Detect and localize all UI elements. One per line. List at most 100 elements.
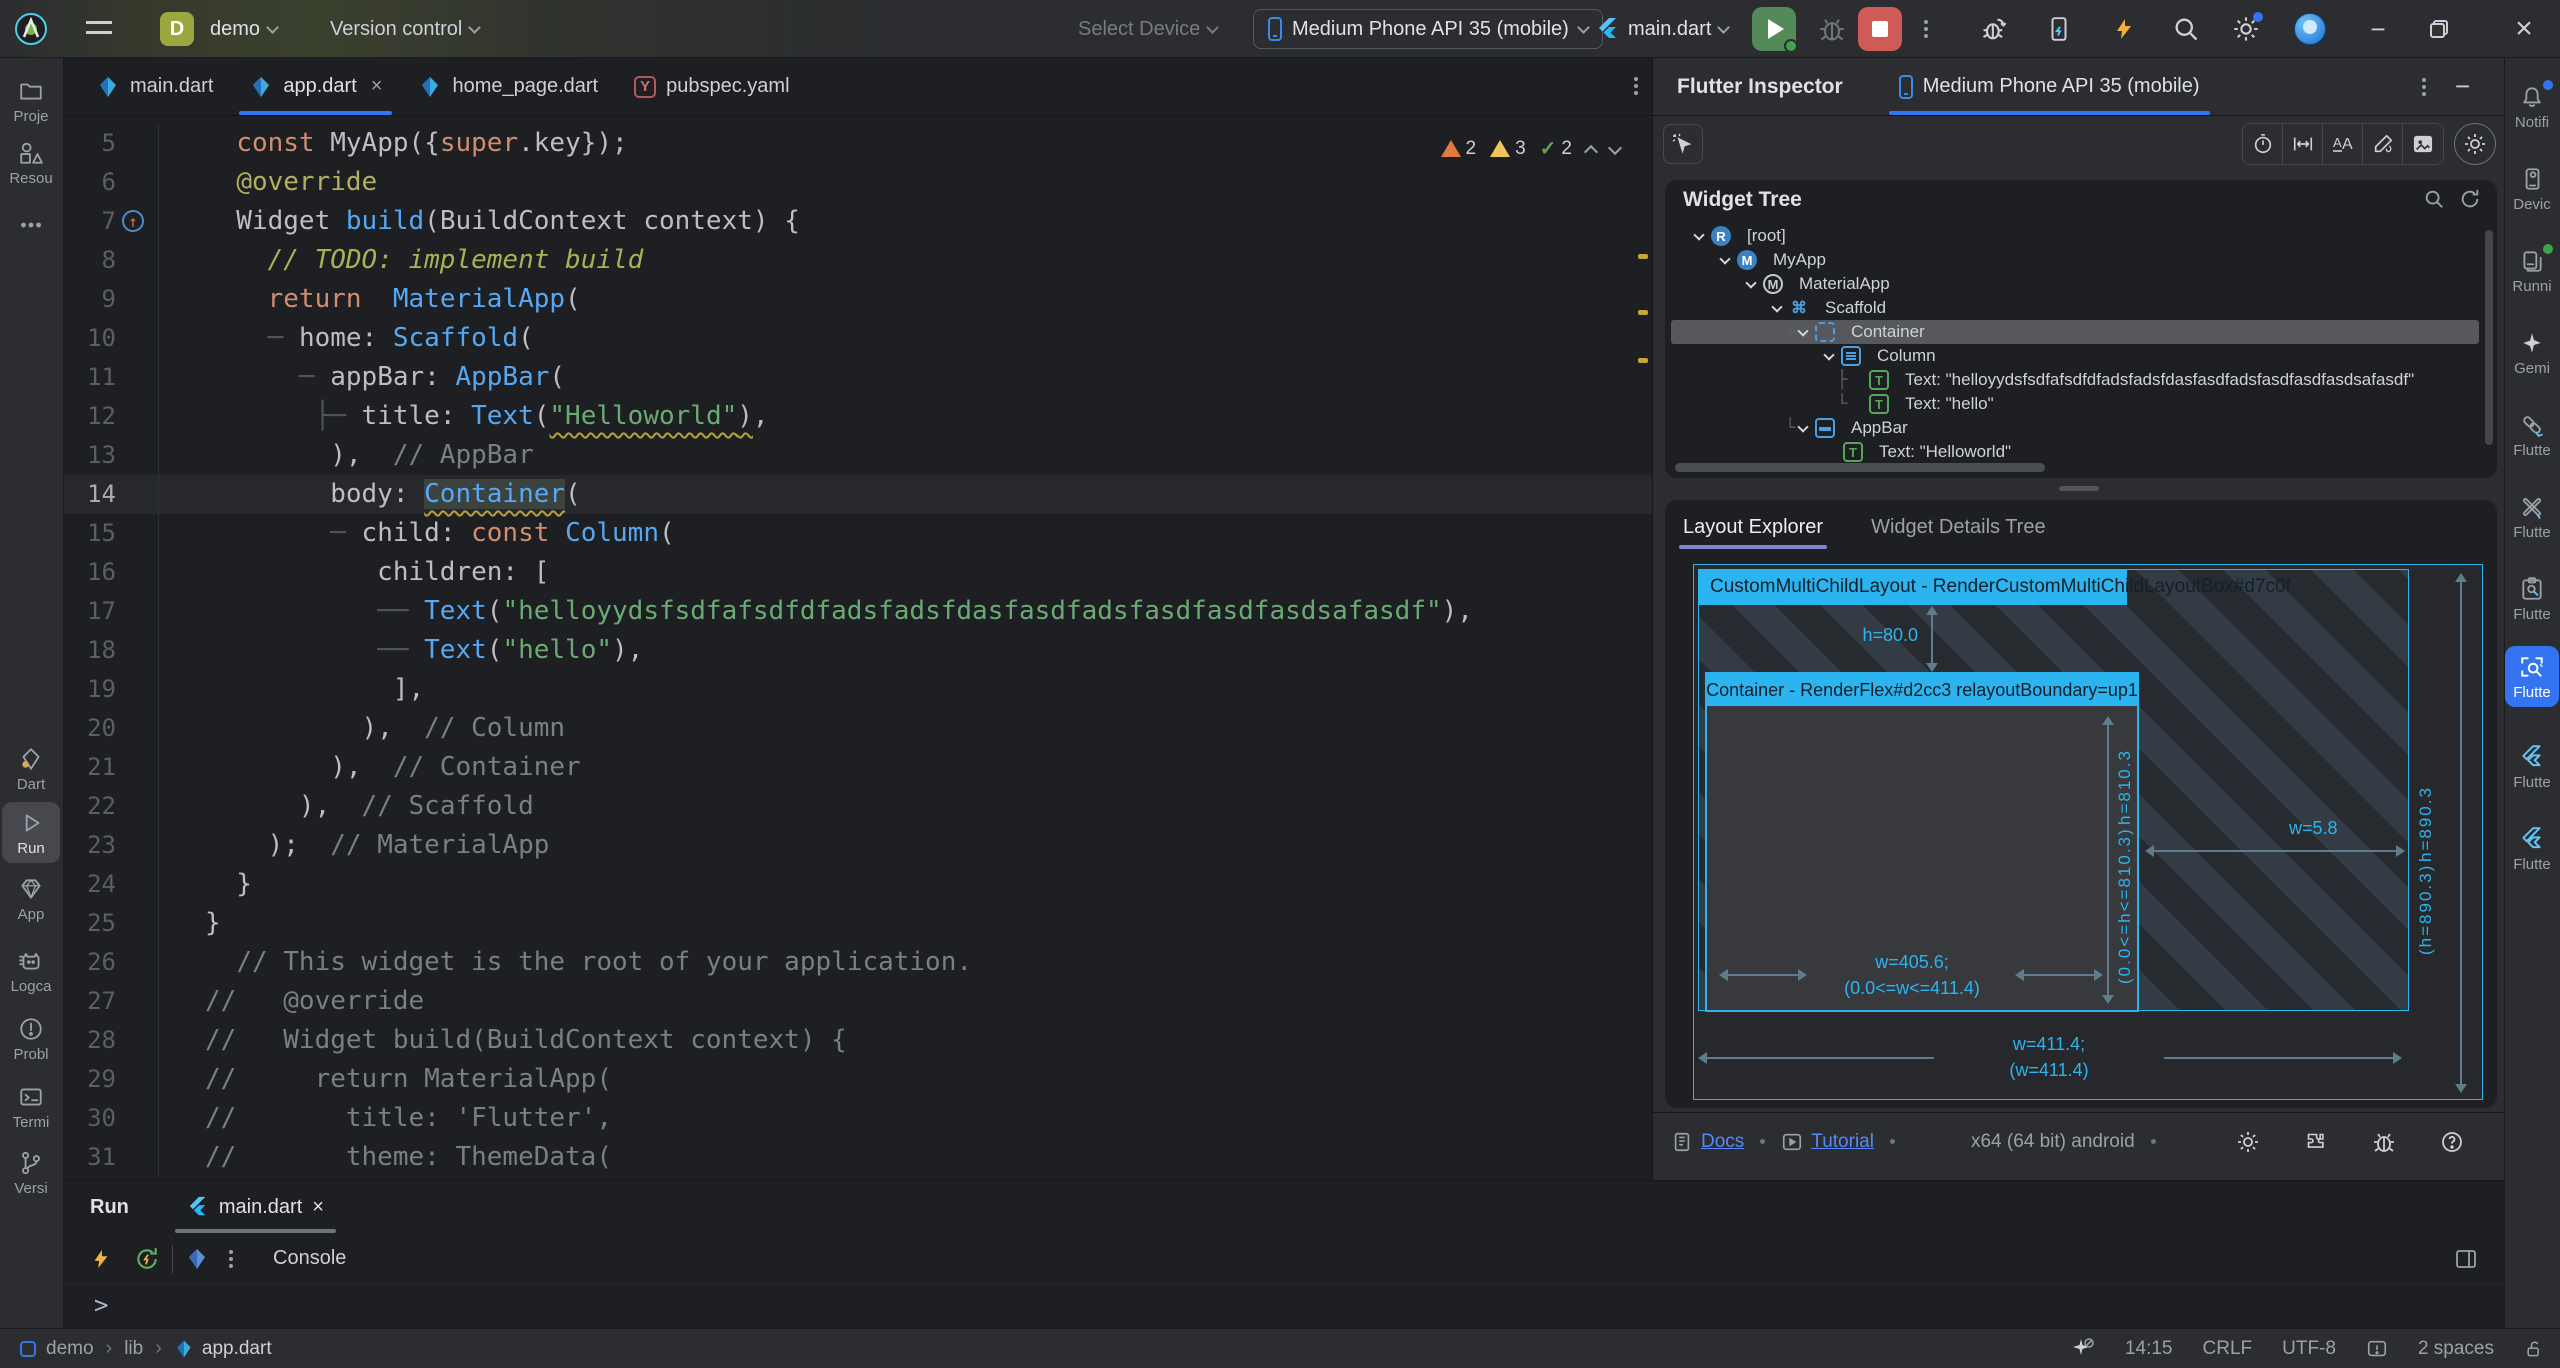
help-icon[interactable] bbox=[2440, 1130, 2464, 1154]
line-number[interactable]: 22 bbox=[64, 787, 116, 826]
tree-node-Column[interactable]: Column bbox=[1671, 344, 2479, 368]
tool-strip-item-logcat[interactable]: Logca bbox=[2, 946, 60, 995]
chevron-down-icon[interactable] bbox=[1797, 421, 1808, 432]
code-line-13[interactable]: 13 ), // AppBar bbox=[64, 436, 1652, 475]
tree-node-AppBar[interactable]: └AppBar bbox=[1671, 416, 2479, 440]
ai-assistant-icon[interactable] bbox=[2071, 1337, 2095, 1361]
line-number[interactable]: 13 bbox=[64, 436, 116, 475]
layout-settings-icon[interactable] bbox=[2454, 1247, 2478, 1271]
bug-icon[interactable] bbox=[2372, 1130, 2396, 1154]
gear-icon[interactable] bbox=[2236, 1130, 2260, 1154]
tree-node-MaterialApp[interactable]: MMaterialApp bbox=[1671, 272, 2479, 296]
line-number[interactable]: 28 bbox=[64, 1021, 116, 1060]
tool-strip-item-flutter[interactable]: Flutte bbox=[2505, 742, 2559, 791]
line-number[interactable]: 11 bbox=[64, 358, 116, 397]
chevron-down-icon[interactable] bbox=[1745, 277, 1756, 288]
device-selector[interactable]: Medium Phone API 35 (mobile) bbox=[1253, 0, 1603, 58]
tool-strip-item-link[interactable]: Flutte bbox=[2505, 410, 2559, 459]
tab-widget-details-tree[interactable]: Widget Details Tree bbox=[1867, 508, 2050, 549]
line-number[interactable]: 18 bbox=[64, 631, 116, 670]
code-line-15[interactable]: 15 ─ child: const Column( bbox=[64, 514, 1652, 553]
code-line-19[interactable]: 19 ], bbox=[64, 670, 1652, 709]
run-configuration[interactable]: main.dart bbox=[1596, 0, 1728, 58]
code-line-6[interactable]: 6 @override bbox=[64, 163, 1652, 202]
tool-strip-item-terminal[interactable]: Termi bbox=[2, 1082, 60, 1131]
hide-panel-button[interactable]: − bbox=[2455, 71, 2470, 102]
code-line-5[interactable]: 5 const MyApp({super.key}); bbox=[64, 124, 1652, 163]
code-line-30[interactable]: 30// title: 'Flutter', bbox=[64, 1099, 1652, 1138]
line-number[interactable]: 12 bbox=[64, 397, 116, 436]
account-avatar[interactable] bbox=[2294, 0, 2326, 58]
stop-button[interactable] bbox=[1858, 0, 1902, 58]
tool-strip-item-tools[interactable]: Flutte bbox=[2505, 492, 2559, 541]
show-baselines-button[interactable]: AA bbox=[2323, 124, 2363, 164]
code-line-29[interactable]: 29// return MaterialApp( bbox=[64, 1060, 1652, 1099]
code-line-14[interactable]: 14 body: Container( bbox=[64, 475, 1652, 514]
profiler-button[interactable] bbox=[1980, 0, 2008, 58]
more-actions-menu[interactable] bbox=[1924, 0, 1928, 58]
editor-tab-pubspec-yaml[interactable]: Ypubspec.yaml bbox=[616, 58, 807, 115]
code-line-22[interactable]: 22 ), // Scaffold bbox=[64, 787, 1652, 826]
inspection-highlight-icon[interactable] bbox=[2366, 1338, 2388, 1360]
line-number[interactable]: 30 bbox=[64, 1099, 116, 1138]
line-number[interactable]: 24 bbox=[64, 865, 116, 904]
vcs-menu[interactable]: Version control bbox=[330, 0, 479, 58]
line-number[interactable]: 14 bbox=[64, 475, 116, 514]
code-line-24[interactable]: 24 } bbox=[64, 865, 1652, 904]
select-device-dropdown[interactable]: Select Device bbox=[1078, 0, 1217, 58]
code-line-16[interactable]: 16 children: [ bbox=[64, 553, 1652, 592]
code-line-25[interactable]: 25} bbox=[64, 904, 1652, 943]
search-everywhere-button[interactable] bbox=[2172, 0, 2200, 58]
kebab-icon[interactable] bbox=[229, 1247, 233, 1271]
tree-node-Container[interactable]: ├Container bbox=[1671, 320, 2479, 344]
tool-strip-item-flutter[interactable]: Flutte bbox=[2505, 824, 2559, 873]
chevron-down-icon[interactable] bbox=[1771, 301, 1782, 312]
line-number[interactable]: 6 bbox=[64, 163, 116, 202]
line-number[interactable]: 16 bbox=[64, 553, 116, 592]
editor-tab-home_page-dart[interactable]: home_page.dart bbox=[400, 58, 616, 115]
tool-strip-item-folder[interactable]: Proje bbox=[2, 76, 60, 125]
tool-strip-item-problems[interactable]: Probl bbox=[2, 1014, 60, 1063]
code-line-11[interactable]: 11 ─ appBar: AppBar( bbox=[64, 358, 1652, 397]
tree-node-MyApp[interactable]: MMyApp bbox=[1671, 248, 2479, 272]
line-number[interactable]: 27 bbox=[64, 982, 116, 1021]
code-editor[interactable]: 5 const MyApp({super.key});6 @override7↑… bbox=[64, 116, 1652, 1180]
line-number[interactable]: 25 bbox=[64, 904, 116, 943]
editor-tab-main-dart[interactable]: main.dart bbox=[78, 58, 231, 115]
window-close[interactable]: × bbox=[2502, 0, 2546, 58]
tool-strip-item-shapes[interactable]: Resou bbox=[2, 138, 60, 187]
chevron-down-icon[interactable] bbox=[1719, 253, 1730, 264]
slow-animations-button[interactable] bbox=[2243, 124, 2283, 164]
tool-strip-item-gem[interactable]: App bbox=[2, 874, 60, 923]
tool-strip-item-play[interactable]: Run bbox=[2, 802, 60, 863]
settings-button[interactable] bbox=[2232, 0, 2260, 58]
docs-link[interactable]: Docs bbox=[1701, 1131, 1744, 1153]
device-mirror-button[interactable] bbox=[2046, 0, 2072, 58]
chevron-down-icon[interactable] bbox=[1797, 325, 1808, 336]
refresh-icon[interactable] bbox=[2459, 188, 2481, 210]
tutorial-link[interactable]: Tutorial bbox=[1811, 1131, 1874, 1153]
line-number[interactable]: 17 bbox=[64, 592, 116, 631]
main-menu-button[interactable] bbox=[86, 0, 112, 58]
tree-node-Text[interactable]: ├TText: "helloyydsfsdfafsdfdfadsfadsfdas… bbox=[1671, 368, 2479, 392]
inspector-kebab-icon[interactable] bbox=[2422, 75, 2426, 99]
code-line-20[interactable]: 20 ), // Column bbox=[64, 709, 1652, 748]
breadcrumb-folder[interactable]: lib bbox=[124, 1338, 143, 1360]
code-line-8[interactable]: 8 // TODO: implement build bbox=[64, 241, 1652, 280]
line-number[interactable]: 19 bbox=[64, 670, 116, 709]
code-line-31[interactable]: 31// theme: ThemeData( bbox=[64, 1138, 1652, 1177]
chevron-down-icon[interactable] bbox=[1823, 349, 1834, 360]
highlight-repaints-button[interactable] bbox=[2363, 124, 2403, 164]
breadcrumb-file[interactable]: app.dart bbox=[202, 1338, 272, 1360]
line-number[interactable]: 31 bbox=[64, 1138, 116, 1177]
tool-strip-item-clipboard[interactable]: Flutte bbox=[2505, 574, 2559, 623]
line-number[interactable]: 5 bbox=[64, 124, 116, 163]
hot-restart-icon[interactable] bbox=[134, 1246, 160, 1272]
next-problem-icon[interactable] bbox=[1608, 140, 1622, 154]
close-icon[interactable]: × bbox=[371, 75, 383, 98]
tool-strip-item-dart-analysis[interactable]: Dart bbox=[2, 744, 60, 793]
chevron-down-icon[interactable] bbox=[1693, 229, 1704, 240]
code-line-26[interactable]: 26 // This widget is the root of your ap… bbox=[64, 943, 1652, 982]
line-number[interactable]: 23 bbox=[64, 826, 116, 865]
breadcrumb-project[interactable]: demo bbox=[46, 1338, 94, 1360]
